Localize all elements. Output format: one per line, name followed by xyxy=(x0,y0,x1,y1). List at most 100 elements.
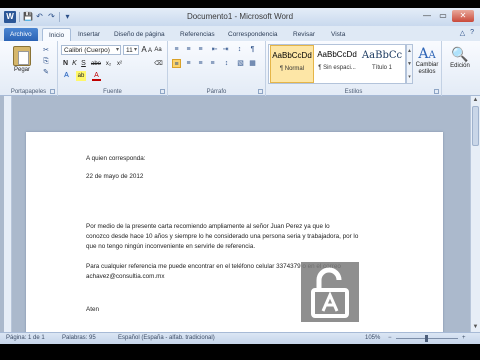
zoom-in-button[interactable]: + xyxy=(462,333,466,344)
text-effects-icon[interactable]: A xyxy=(62,71,71,81)
group-editing: 🔍 Edición xyxy=(442,41,478,96)
page-count[interactable]: Página: 1 de 1 xyxy=(6,333,45,344)
sort-icon[interactable]: ↕ xyxy=(235,45,244,54)
help-icon[interactable]: ? xyxy=(470,29,474,37)
font-family-combo[interactable]: Calibri (Cuerpo) xyxy=(61,45,121,55)
tab-vista[interactable]: Vista xyxy=(331,28,345,41)
change-case-icon[interactable]: Aa xyxy=(154,45,162,55)
paragraph-launcher[interactable] xyxy=(258,89,263,94)
zoom-level[interactable]: 105% xyxy=(365,333,380,344)
styles-gallery: AaBbCcDd ¶ Normal AaBbCcDd ¶ Sin espaci.… xyxy=(268,44,406,84)
vertical-scrollbar[interactable]: ▲ ▼ xyxy=(470,96,480,332)
letterbox-bottom xyxy=(0,344,480,360)
gallery-more-icon[interactable]: ▾ xyxy=(407,71,412,84)
tab-inicio[interactable]: Inicio xyxy=(42,28,72,41)
change-styles-button[interactable]: AA Cambiar estilos xyxy=(413,46,441,76)
style-heading-1[interactable]: AaBbCc Título 1 xyxy=(360,45,404,83)
letterbox-top xyxy=(0,0,480,8)
align-right-button[interactable]: ≡ xyxy=(196,59,205,68)
scroll-thumb[interactable] xyxy=(472,106,479,146)
document-page[interactable]: A quien corresponda: 22 de mayo de 2012 … xyxy=(26,132,443,332)
status-bar: Página: 1 de 1 Palabras: 95 Español (Esp… xyxy=(0,332,480,344)
tab-referencias[interactable]: Referencias xyxy=(180,28,215,41)
unlock-icon xyxy=(311,267,349,318)
clipboard-icon xyxy=(13,46,31,66)
underline-button[interactable]: S xyxy=(80,59,87,69)
tab-diseno-pagina[interactable]: Diseño de página xyxy=(114,28,165,41)
group-label-styles: Estilos xyxy=(344,89,363,95)
font-color-icon[interactable]: A xyxy=(92,71,101,81)
tab-insertar[interactable]: Insertar xyxy=(78,28,100,41)
zoom-slider-thumb[interactable] xyxy=(425,335,428,342)
increase-indent-icon[interactable]: ⇥ xyxy=(221,45,230,54)
bold-button[interactable]: N xyxy=(62,59,69,69)
tab-revisar[interactable]: Revisar xyxy=(293,28,315,41)
close-button[interactable]: ✕ xyxy=(452,10,474,22)
style-name: ¶ Normal xyxy=(279,66,305,72)
group-paragraph: ≡ ≡ ≡ ⇤ ⇥ ↕ ¶ ≡ ≡ ≡ ≡ ↕ ▧ ▦ Párrafo xyxy=(168,41,266,96)
bullets-icon[interactable]: ≡ xyxy=(172,45,181,54)
shading-icon[interactable]: ▧ xyxy=(236,59,245,68)
doc-body-line[interactable]: conozco desde hace 10 años y siempre lo … xyxy=(86,232,358,241)
multilevel-list-icon[interactable]: ≡ xyxy=(196,45,205,54)
doc-date[interactable]: 22 de mayo de 2012 xyxy=(86,172,143,181)
tab-correspondencia[interactable]: Correspondencia xyxy=(228,28,278,41)
restore-button[interactable]: ▭ xyxy=(436,10,450,22)
group-clipboard: Pegar ✂ ⎘ ✎ Portapapeles xyxy=(0,41,58,96)
style-sample: AaBbCc xyxy=(361,50,403,61)
font-launcher[interactable] xyxy=(160,89,165,94)
window-title: Documento1 - Microsoft Word xyxy=(186,12,294,21)
word-count[interactable]: Palabras: 95 xyxy=(62,333,96,344)
doc-body-line[interactable]: que no tengo ningún inconveniente en ser… xyxy=(86,242,255,251)
style-sample: AaBbCcDd xyxy=(272,51,312,60)
ribbon-tabs: Archivo Inicio Insertar Diseño de página… xyxy=(0,26,480,41)
style-normal[interactable]: AaBbCcDd ¶ Normal xyxy=(270,45,314,83)
align-center-button[interactable]: ≡ xyxy=(184,59,193,68)
binoculars-icon: 🔍 xyxy=(451,46,469,62)
format-painter-icon[interactable]: ✎ xyxy=(42,69,50,76)
style-no-spacing[interactable]: AaBbCcDd ¶ Sin espaci... xyxy=(315,45,359,83)
copy-icon[interactable]: ⎘ xyxy=(42,58,50,65)
shrink-font-icon[interactable]: A xyxy=(147,46,153,56)
doc-email[interactable]: achavez@consultia.com.mx xyxy=(86,272,165,281)
gallery-down-icon[interactable]: ▼ xyxy=(407,58,412,71)
doc-greeting[interactable]: A quien corresponda: xyxy=(86,154,146,163)
strikethrough-button[interactable]: abe xyxy=(90,59,102,69)
scroll-up-icon[interactable]: ▲ xyxy=(471,96,480,105)
group-label-font: Fuente xyxy=(103,89,122,95)
numbering-icon[interactable]: ≡ xyxy=(184,45,193,54)
styles-launcher[interactable] xyxy=(434,89,439,94)
style-name: Título 1 xyxy=(371,65,392,71)
style-name: ¶ Sin espaci... xyxy=(318,65,356,71)
line-spacing-icon[interactable]: ↕ xyxy=(222,59,231,68)
borders-icon[interactable]: ▦ xyxy=(248,59,257,68)
paste-button[interactable]: Pegar xyxy=(8,46,36,73)
highlight-icon[interactable]: ab xyxy=(76,71,86,81)
doc-body-line[interactable]: Por medio de la presente carta recomiend… xyxy=(86,222,330,231)
collapse-ribbon-icon[interactable]: △ xyxy=(460,29,465,37)
tab-archivo[interactable]: Archivo xyxy=(4,28,38,41)
align-left-button[interactable]: ≡ xyxy=(172,59,181,68)
clipboard-launcher[interactable] xyxy=(50,89,55,94)
language-indicator[interactable]: Español (España - alfab. tradicional) xyxy=(118,333,215,344)
cut-icon[interactable]: ✂ xyxy=(42,47,50,54)
clear-format-icon[interactable]: ⌫ xyxy=(154,59,163,69)
scroll-down-icon[interactable]: ▼ xyxy=(471,323,480,332)
group-font: Calibri (Cuerpo) 11 A A Aa N K S abe x₂ … xyxy=(58,41,168,96)
minimize-button[interactable]: — xyxy=(420,10,434,22)
font-size-combo[interactable]: 11 xyxy=(123,45,139,55)
zoom-out-button[interactable]: − xyxy=(388,333,392,344)
doc-closing[interactable]: Aten xyxy=(86,305,99,314)
justify-button[interactable]: ≡ xyxy=(208,59,217,68)
tab-right-controls: △ ? xyxy=(460,29,474,37)
subscript-button[interactable]: x₂ xyxy=(104,59,113,69)
group-label-paragraph: Párrafo xyxy=(206,89,227,95)
group-label-clipboard: Portapapeles xyxy=(10,89,47,95)
style-sample: AaBbCcDd xyxy=(317,50,357,59)
gallery-up-icon[interactable]: ▲ xyxy=(407,45,412,58)
italic-button[interactable]: K xyxy=(71,59,78,69)
decrease-indent-icon[interactable]: ⇤ xyxy=(210,45,219,54)
superscript-button[interactable]: x² xyxy=(115,59,124,69)
show-marks-icon[interactable]: ¶ xyxy=(248,45,257,54)
editing-button[interactable]: 🔍 Edición xyxy=(446,46,474,69)
